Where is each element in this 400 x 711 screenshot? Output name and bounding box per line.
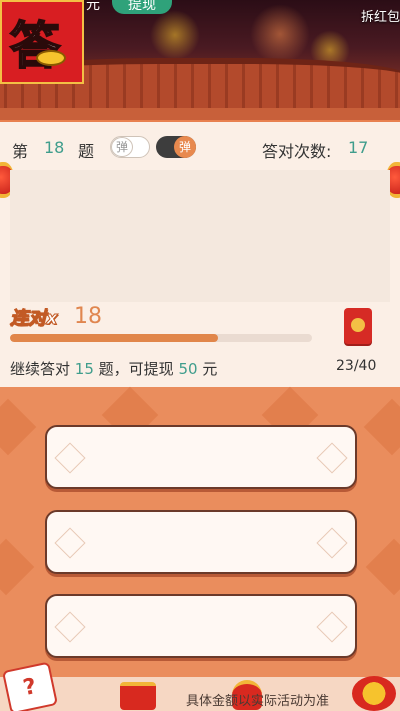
- disclaimer-text: 具体金额以实际活动为准: [186, 694, 330, 709]
- answer-option-3[interactable]: [45, 594, 357, 658]
- app-logo[interactable]: 答: [0, 0, 84, 84]
- question-header: 第 18 题 弹 弹 答对次数: 17: [0, 134, 400, 164]
- fortune-mark-icon: [54, 611, 86, 643]
- firework-decoration: [150, 10, 200, 60]
- toggle-knob: 弹: [174, 136, 196, 158]
- fortune-mark-icon: [316, 527, 348, 559]
- hint-remaining: 15: [74, 360, 94, 378]
- firework-decoration: [250, 4, 310, 64]
- correct-count-label: 答对次数:: [262, 142, 332, 161]
- withdraw-button[interactable]: 提现: [112, 0, 172, 14]
- question-prefix: 第: [12, 142, 29, 161]
- lion-dance-icon[interactable]: [352, 676, 396, 711]
- reward-progress-total: 40: [358, 358, 377, 374]
- streak-count: 18: [74, 304, 102, 329]
- cash-text: 元: [86, 0, 100, 13]
- reward-progress-fraction: 23/40: [336, 358, 377, 374]
- toggle-knob: 弹: [111, 137, 133, 157]
- streak-label: 连对x: [10, 308, 59, 330]
- streak-progress-fill: [10, 334, 219, 342]
- fortune-mark-icon: [54, 527, 86, 559]
- hint-amount: 50: [178, 360, 198, 378]
- hint-text-after: 元: [202, 360, 218, 378]
- fortune-decoration: [0, 538, 35, 596]
- reward-progress-current: 23: [336, 358, 354, 374]
- fortune-mark-icon: [316, 442, 348, 474]
- reward-hint: 继续答对 15 题，可提现 50 元: [10, 358, 217, 379]
- roof-beam: [0, 108, 400, 120]
- fortune-decoration: [363, 398, 400, 456]
- open-redpacket-link[interactable]: 拆红包: [361, 6, 400, 25]
- danmaku-toggle-off[interactable]: 弹: [110, 136, 150, 158]
- hint-text-middle: 题，可提现: [98, 360, 174, 378]
- coin-icon: [36, 50, 66, 66]
- fortune-decoration: [365, 538, 400, 596]
- question-suffix: 题: [78, 142, 95, 161]
- question-text-area: [10, 170, 390, 302]
- fortune-mark-icon: [316, 611, 348, 643]
- logo-character: 答: [9, 16, 61, 76]
- question-number: 18: [44, 138, 65, 157]
- red-packet-icon[interactable]: [344, 308, 372, 344]
- question-card: 第 18 题 弹 弹 答对次数: 17 连对x 18 继续答对 15 题，可提现…: [0, 122, 400, 387]
- firecracker-icon[interactable]: [120, 682, 156, 710]
- fortune-decoration: [0, 398, 37, 456]
- answer-option-2[interactable]: [45, 510, 357, 574]
- streak-progress-bar: [10, 334, 312, 342]
- fortune-mark-icon: [54, 442, 86, 474]
- red-packet-seal: [351, 318, 365, 332]
- danmaku-toggle-on[interactable]: 弹: [156, 136, 196, 158]
- answer-option-1[interactable]: [45, 425, 357, 489]
- hint-text-before: 继续答对: [10, 360, 71, 378]
- correct-count-value: 17: [348, 138, 369, 157]
- mystery-card-icon[interactable]: ?: [1, 661, 59, 711]
